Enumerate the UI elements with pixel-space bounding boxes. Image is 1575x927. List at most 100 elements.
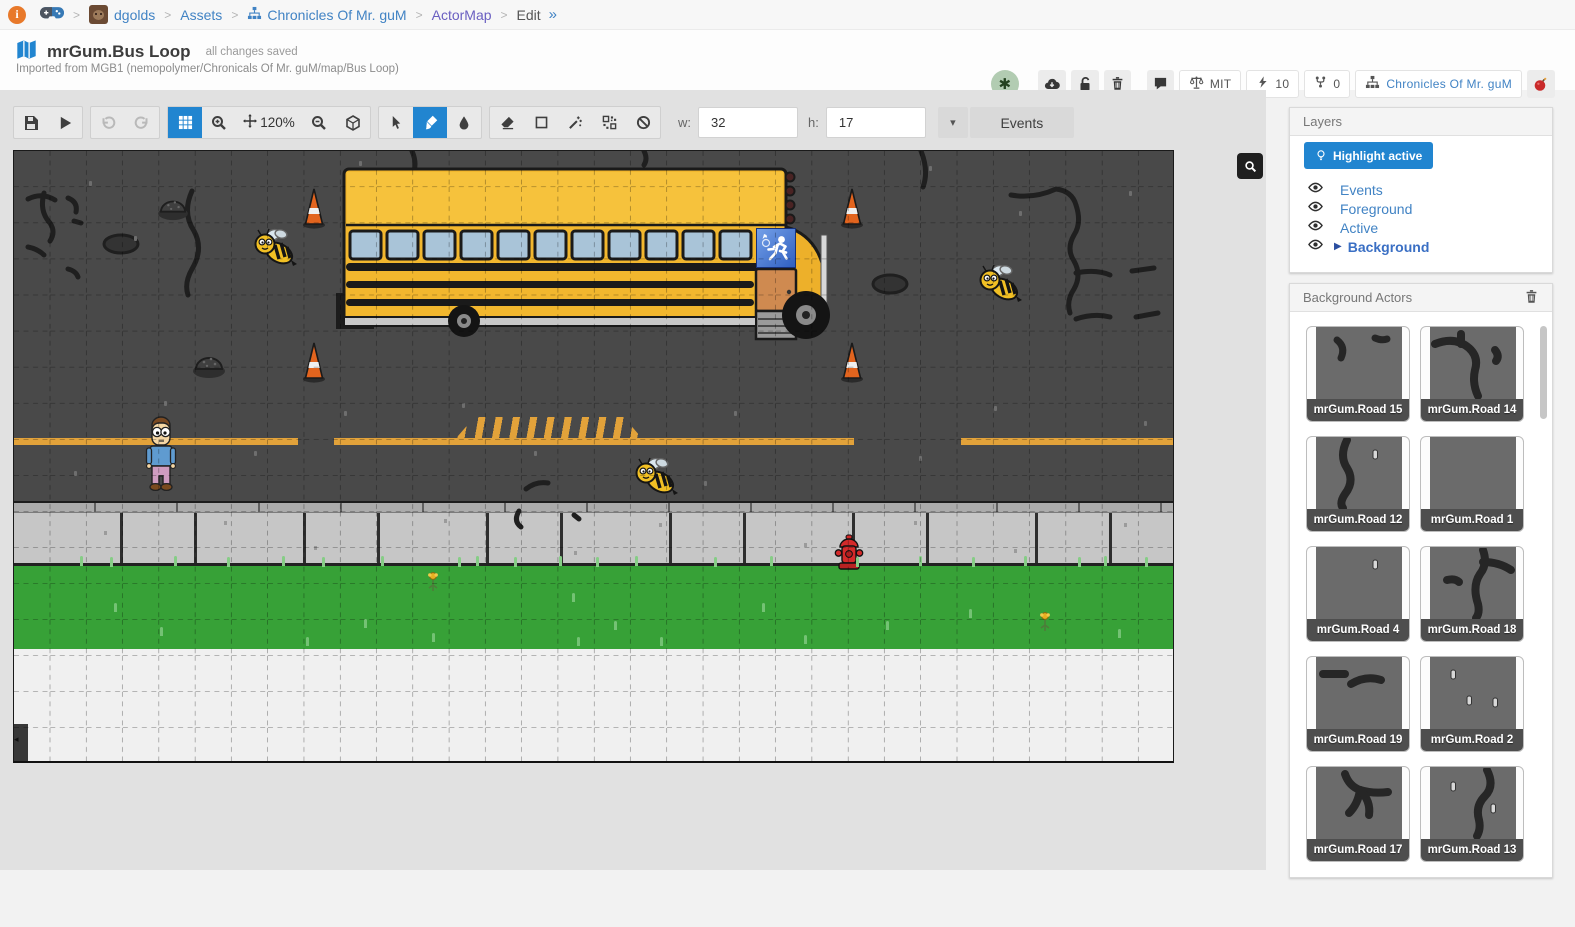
map-height-input[interactable] <box>826 107 926 138</box>
actor-tile-label: mrGum.Road 4 <box>1307 619 1409 641</box>
flower-sprite <box>1038 611 1052 633</box>
move-icon <box>243 114 257 131</box>
actor-tile[interactable]: mrGum.Road 19 <box>1306 656 1410 752</box>
forks-chip[interactable]: 0 <box>1304 70 1350 98</box>
actor-tile[interactable]: mrGum.Road 2 <box>1420 656 1524 752</box>
bee-sprite <box>976 263 1022 303</box>
map-canvas[interactable]: ◂ <box>13 150 1174 763</box>
project-chip[interactable]: Chronicles Of Mr. guM <box>1355 70 1522 98</box>
layers-panel-title: Layers <box>1303 114 1342 129</box>
eye-icon[interactable] <box>1308 180 1323 200</box>
info-icon[interactable]: i <box>8 6 26 24</box>
eraser-tool-button[interactable] <box>490 107 524 138</box>
gamepad-home-icon[interactable] <box>40 6 64 24</box>
layers-panel: Layers Highlight active Events Foregroun… <box>1289 107 1553 273</box>
breadcrumb-actormap[interactable]: ActorMap <box>432 7 492 23</box>
actor-tile[interactable]: mrGum.Road 15 <box>1306 326 1410 422</box>
layer-row-active: Active <box>1290 218 1554 237</box>
layer-label-background[interactable]: Background <box>1348 239 1430 255</box>
magic-wand-tool-button[interactable] <box>558 107 592 138</box>
traffic-cone-sprite <box>840 187 864 229</box>
zoom-out-button[interactable] <box>302 107 336 138</box>
chevron-down-icon: ▾ <box>950 116 956 129</box>
lightbulb-icon <box>1315 149 1327 162</box>
layer-row-foreground: Foreground <box>1290 199 1554 218</box>
redo-button[interactable] <box>125 107 159 138</box>
layer-label-foreground[interactable]: Foreground <box>1340 201 1412 217</box>
breadcrumb-expand-chevrons[interactable]: » <box>549 6 557 23</box>
rock-sprite <box>156 195 190 221</box>
breadcrumb-separator: > <box>231 8 238 22</box>
trash-icon[interactable] <box>1524 289 1539 307</box>
actor-tile[interactable]: mrGum.Road 4 <box>1306 546 1410 642</box>
actors-panel-title: Background Actors <box>1303 290 1412 305</box>
actor-tile-label: mrGum.Road 19 <box>1307 729 1409 751</box>
asset-title: mrGum.Bus Loop <box>47 42 191 62</box>
stamp-tool-button[interactable] <box>592 107 626 138</box>
layer-label-events[interactable]: Events <box>1340 182 1383 198</box>
eye-icon[interactable] <box>1308 237 1323 257</box>
actors-scrollbar-thumb[interactable] <box>1540 326 1547 419</box>
select-tool-button[interactable] <box>379 107 413 138</box>
actor-tile[interactable]: mrGum.Road 13 <box>1420 766 1524 862</box>
bee-sprite <box>632 456 678 496</box>
height-label: h: <box>808 115 819 130</box>
license-label: MIT <box>1210 77 1232 91</box>
paint-tool-button[interactable] <box>413 107 447 138</box>
fire-hydrant-sprite <box>834 534 864 572</box>
breadcrumb: i > dgolds > Assets > Chronicles Of Mr. … <box>0 0 1575 30</box>
more-options-dropdown[interactable]: ▾ <box>938 107 968 138</box>
fill-tool-button[interactable] <box>447 107 481 138</box>
actor-tile-label: mrGum.Road 2 <box>1421 729 1523 751</box>
layer-row-events: Events <box>1290 180 1554 199</box>
actor-tile-label: mrGum.Road 12 <box>1307 509 1409 531</box>
save-button[interactable] <box>14 107 48 138</box>
eye-icon[interactable] <box>1308 218 1323 238</box>
map-search-button[interactable] <box>1237 153 1263 179</box>
bomb-icon-button[interactable] <box>1527 70 1555 98</box>
eye-icon[interactable] <box>1308 199 1323 219</box>
layer-row-background: ▶ Background <box>1290 237 1554 256</box>
user-avatar[interactable] <box>89 5 108 24</box>
zoom-in-button[interactable] <box>202 107 236 138</box>
actor-tile[interactable]: mrGum.Road 1 <box>1420 436 1524 532</box>
toggle-grid-button[interactable] <box>168 107 202 138</box>
breadcrumb-assets[interactable]: Assets <box>180 7 222 23</box>
running-man-icon <box>757 229 797 269</box>
zoom-level-button[interactable]: 120% <box>236 107 302 138</box>
save-status: all changes saved <box>206 46 298 58</box>
traffic-cone-sprite <box>302 187 326 229</box>
highlight-active-button[interactable]: Highlight active <box>1304 142 1433 169</box>
actor-tile[interactable]: mrGum.Road 14 <box>1420 326 1524 422</box>
asset-header: mrGum.Bus Loop all changes saved Importe… <box>0 30 1575 90</box>
zoom-level: 120% <box>260 115 295 130</box>
breadcrumb-project[interactable]: Chronicles Of Mr. guM <box>267 7 406 23</box>
events-button[interactable]: Events <box>970 107 1074 138</box>
caret-right-icon[interactable]: ▶ <box>1334 241 1342 252</box>
breadcrumb-user[interactable]: dgolds <box>114 7 155 23</box>
actor-tile[interactable]: mrGum.Road 12 <box>1306 436 1410 532</box>
map-width-input[interactable] <box>698 107 798 138</box>
actor-tile[interactable]: mrGum.Road 17 <box>1306 766 1410 862</box>
bee-sprite <box>251 227 297 267</box>
no-tool-button[interactable] <box>626 107 660 138</box>
layer-label-active[interactable]: Active <box>1340 220 1378 236</box>
events-button-label: Events <box>1000 115 1043 131</box>
asset-subtitle: Imported from MGB1 (nemopolymer/Chronica… <box>16 63 399 75</box>
play-button[interactable] <box>48 107 82 138</box>
actor-tile-label: mrGum.Road 13 <box>1421 839 1523 861</box>
undo-button[interactable] <box>91 107 125 138</box>
view-3d-button[interactable] <box>336 107 370 138</box>
breadcrumb-edit: Edit <box>517 7 541 23</box>
project-link[interactable]: Chronicles Of Mr. guM <box>1386 77 1512 91</box>
traffic-cone-sprite <box>840 341 864 383</box>
forks-count: 0 <box>1333 77 1340 91</box>
event-tile-marker[interactable] <box>756 228 796 268</box>
actor-tile-label: mrGum.Road 18 <box>1421 619 1523 641</box>
sitemap-icon <box>1365 75 1380 93</box>
actor-tile-label: mrGum.Road 14 <box>1421 399 1523 421</box>
width-label: w: <box>678 115 691 130</box>
actor-tile[interactable]: mrGum.Road 18 <box>1420 546 1524 642</box>
rect-select-tool-button[interactable] <box>524 107 558 138</box>
plays-count: 10 <box>1275 77 1289 91</box>
